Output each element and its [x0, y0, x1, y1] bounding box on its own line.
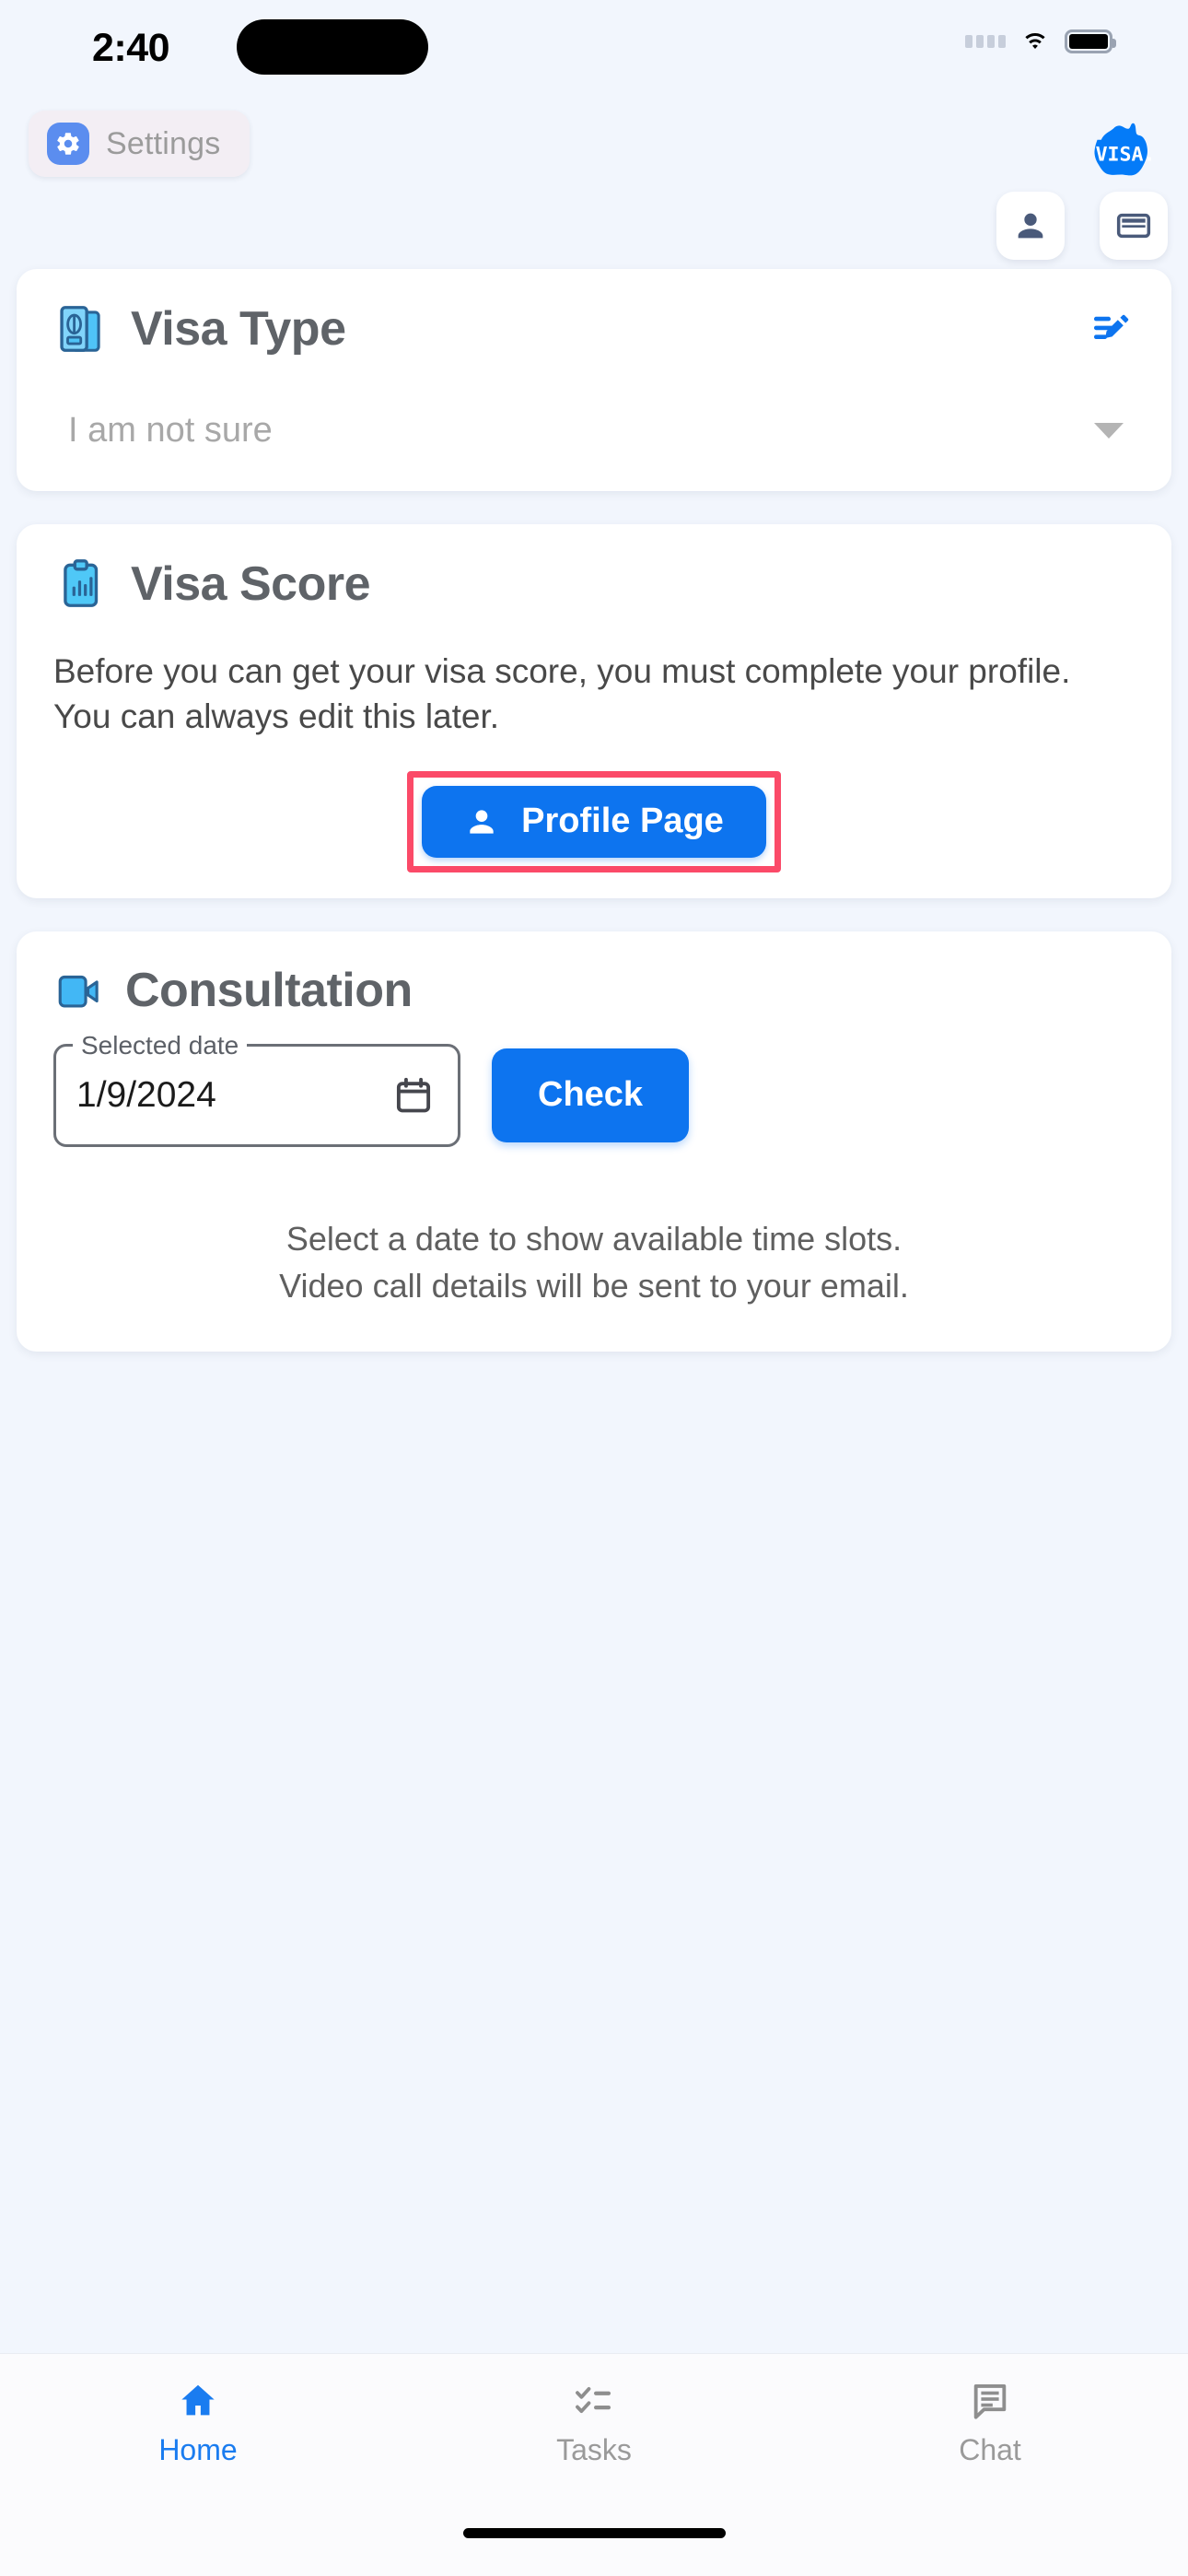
nav-item-home[interactable]: Home [0, 2380, 396, 2467]
message-icon [973, 2383, 1007, 2419]
consultation-card: Consultation Selected date 1/9/2024 Chec… [17, 931, 1171, 1352]
checklist-icon [576, 2387, 611, 2414]
selected-date-label: Selected date [73, 1030, 248, 1060]
signal-dots-icon [965, 35, 1006, 48]
nav-item-chat[interactable]: Chat [792, 2380, 1188, 2467]
payment-icon-button[interactable] [1100, 192, 1168, 260]
selected-date-value: 1/9/2024 [76, 1074, 216, 1115]
settings-label: Settings [106, 125, 221, 161]
home-indicator-area [0, 2528, 1188, 2576]
visa-type-selected-value: I am not sure [68, 411, 273, 450]
person-icon [1018, 213, 1043, 239]
wifi-icon [1025, 33, 1045, 49]
status-bar: 2:40 [0, 0, 1188, 103]
bottom-navigation: Home Tasks Chat [0, 2353, 1188, 2528]
nav-item-tasks[interactable]: Tasks [396, 2380, 792, 2467]
home-indicator[interactable] [462, 2528, 726, 2538]
gear-icon [47, 123, 89, 165]
selected-date-field[interactable]: Selected date 1/9/2024 [53, 1030, 460, 1147]
visa-type-card: Visa Type I am not sure [17, 269, 1171, 491]
visa-score-description: Before you can get your visa score, you … [53, 652, 1071, 735]
battery-icon [1065, 29, 1116, 53]
settings-button[interactable]: Settings [29, 111, 250, 177]
visa-type-title: Visa Type [131, 302, 346, 356]
main-content: Visa Type I am not sure Visa Score Befor… [0, 269, 1188, 2353]
consultation-header: Consultation [53, 963, 1135, 1018]
passport-icon [60, 306, 100, 352]
nav-label-chat: Chat [959, 2433, 1021, 2466]
video-camera-icon [58, 975, 99, 1008]
calendar-icon[interactable] [393, 1075, 434, 1116]
visa-type-select[interactable]: I am not sure [53, 411, 1135, 460]
edit-list-icon [1094, 314, 1129, 339]
consultation-note-line-1: Select a date to show available time slo… [285, 1219, 903, 1258]
profile-page-button-wrap: Profile Page [53, 770, 1135, 872]
visa-type-header: Visa Type [53, 300, 1135, 357]
header-action-buttons [996, 192, 1168, 260]
profile-icon-button[interactable] [996, 192, 1065, 260]
visa-score-card: Visa Score Before you can get your visa … [17, 524, 1171, 898]
nav-label-tasks: Tasks [556, 2433, 632, 2466]
credit-card-icon [1116, 213, 1151, 239]
profile-page-button-label: Profile Page [521, 802, 724, 841]
status-time: 2:40 [92, 26, 170, 70]
edit-list-button[interactable] [1087, 305, 1135, 353]
visa-score-title: Visa Score [131, 557, 371, 611]
consultation-note: Select a date to show available time slo… [53, 1215, 1135, 1309]
app-screen: 2:40 Settings VISA. Visa Type I am not s… [0, 0, 1188, 2576]
person-icon [470, 809, 494, 834]
clipboard-chart-icon [64, 559, 99, 607]
nav-label-home: Home [158, 2433, 238, 2466]
consultation-date-row: Selected date 1/9/2024 Check [53, 1030, 1135, 1147]
caret-down-icon [1094, 423, 1124, 439]
app-header: Settings VISA. [0, 103, 1188, 269]
svg-text:VISA.: VISA. [1096, 143, 1156, 166]
status-indicators [965, 29, 1116, 53]
consultation-note-line-2: Video call details will be sent to your … [279, 1266, 909, 1305]
australia-map-logo: VISA. [1081, 109, 1170, 192]
selection-highlight: Profile Page [407, 770, 781, 872]
check-availability-button[interactable]: Check [492, 1048, 690, 1142]
check-button-label: Check [538, 1075, 644, 1115]
consultation-title: Consultation [125, 963, 413, 1017]
dynamic-island [237, 19, 428, 75]
home-icon [181, 2384, 215, 2416]
profile-page-button[interactable]: Profile Page [422, 785, 766, 858]
visa-score-header: Visa Score [53, 556, 1135, 613]
